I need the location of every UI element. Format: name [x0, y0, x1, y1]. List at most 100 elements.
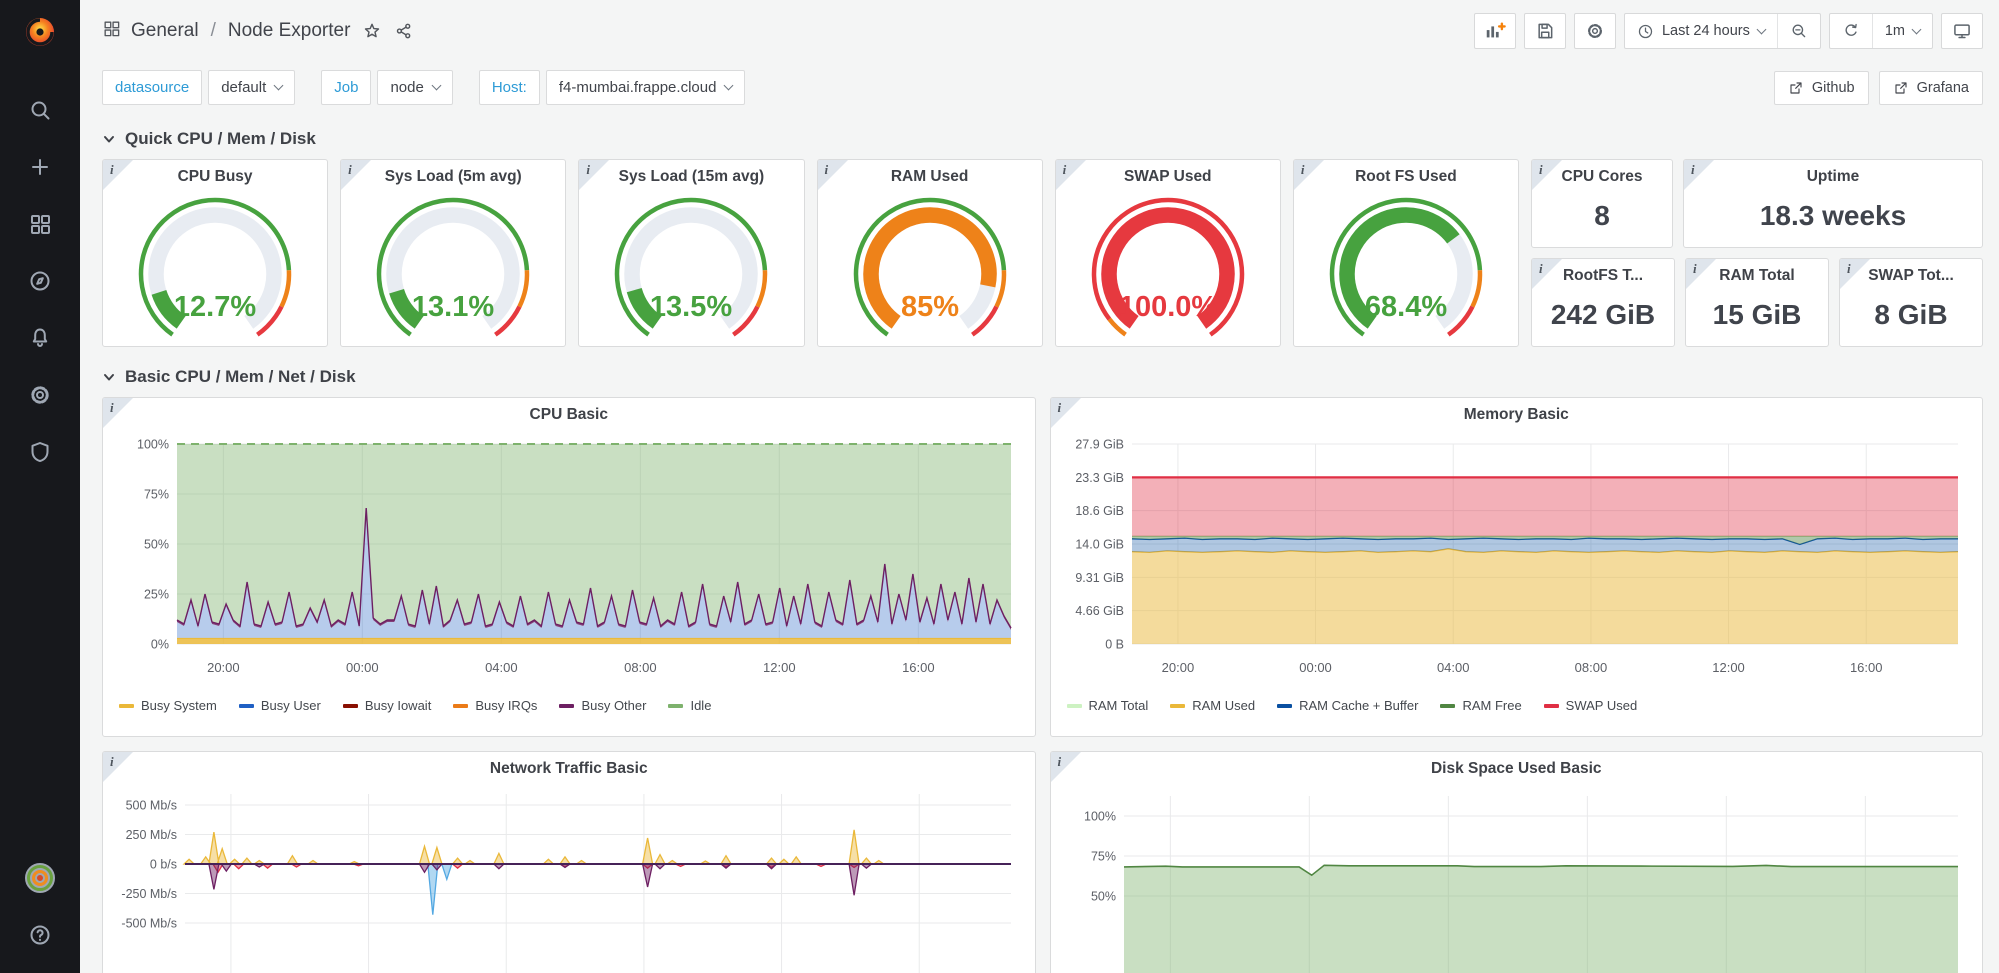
grafana-link[interactable]: Grafana — [1879, 71, 1983, 105]
info-icon[interactable]: i — [1058, 754, 1062, 770]
info-icon[interactable]: i — [1691, 162, 1695, 178]
dashboards-icon[interactable] — [0, 195, 80, 252]
svg-text:00:00: 00:00 — [1300, 660, 1333, 675]
panel-ram-used: i RAM Used 85% — [817, 159, 1043, 347]
dashboard-settings-button[interactable] — [1574, 13, 1616, 49]
panel-info-corner — [818, 160, 848, 190]
svg-text:20:00: 20:00 — [207, 660, 240, 675]
panel-title[interactable]: Disk Space Used Basic — [1051, 752, 1983, 786]
info-icon[interactable]: i — [348, 162, 352, 178]
svg-text:500 Mb/s: 500 Mb/s — [125, 799, 176, 813]
cpu-basic-chart[interactable]: 0%25%50%75%100%20:0000:0004:0008:0012:00… — [115, 434, 1023, 696]
panel-title[interactable]: Uptime — [1684, 160, 1982, 194]
legend-swatch — [668, 704, 683, 708]
svg-text:0%: 0% — [151, 638, 169, 652]
svg-text:18.6 GiB: 18.6 GiB — [1076, 504, 1125, 518]
panel-title[interactable]: CPU Busy — [103, 160, 327, 194]
clock-icon — [1637, 23, 1654, 40]
search-icon[interactable] — [0, 81, 80, 138]
create-plus-icon[interactable] — [0, 138, 80, 195]
legend-item[interactable]: RAM Total — [1067, 698, 1149, 713]
variable-datasource-select[interactable]: default — [208, 70, 295, 105]
breadcrumb-dashboard-title[interactable]: Node Exporter — [228, 20, 351, 42]
legend-item[interactable]: Busy System — [119, 698, 217, 713]
save-dashboard-button[interactable] — [1524, 13, 1566, 49]
grafana-logo[interactable] — [22, 14, 58, 55]
info-icon[interactable]: i — [1847, 261, 1851, 277]
star-icon[interactable] — [362, 21, 382, 41]
panel-title[interactable]: Root FS Used — [1294, 160, 1518, 194]
info-icon[interactable]: i — [586, 162, 590, 178]
alerting-bell-icon[interactable] — [0, 309, 80, 366]
legend-item[interactable]: Idle — [668, 698, 711, 713]
avatar[interactable] — [0, 849, 80, 906]
disk-space-chart[interactable]: 100%75%50% — [1062, 788, 1970, 973]
panel-title[interactable]: Sys Load (15m avg) — [579, 160, 803, 194]
panel-title[interactable]: Memory Basic — [1051, 398, 1983, 432]
section-quick-cpu-mem-disk[interactable]: Quick CPU / Mem / Disk — [102, 109, 1983, 159]
info-icon[interactable]: i — [825, 162, 829, 178]
legend-item[interactable]: Busy Iowait — [343, 698, 431, 713]
network-traffic-chart[interactable]: 500 Mb/s250 Mb/s0 b/s-250 Mb/s-500 Mb/s — [115, 788, 1023, 973]
legend-label: SWAP Used — [1566, 698, 1638, 713]
admin-shield-icon[interactable] — [0, 423, 80, 480]
explore-compass-icon[interactable] — [0, 252, 80, 309]
legend-swatch — [1170, 704, 1185, 708]
variable-job-label: Job — [321, 70, 371, 105]
legend-item[interactable]: RAM Free — [1440, 698, 1521, 713]
charts-row-2: i Network Traffic Basic 500 Mb/s250 Mb/s… — [102, 751, 1983, 973]
github-link[interactable]: Github — [1774, 71, 1869, 105]
info-icon[interactable]: i — [110, 400, 114, 416]
panel-title[interactable]: Network Traffic Basic — [103, 752, 1035, 786]
memory-basic-chart[interactable]: 0 B4.66 GiB9.31 GiB14.0 GiB18.6 GiB23.3 … — [1062, 434, 1970, 696]
variable-host-select[interactable]: f4-mumbai.frappe.cloud — [546, 70, 746, 105]
info-icon[interactable]: i — [110, 754, 114, 770]
time-range-picker[interactable]: Last 24 hours — [1625, 14, 1777, 48]
svg-text:100%: 100% — [1084, 810, 1116, 824]
legend-item[interactable]: Busy Other — [559, 698, 646, 713]
info-icon[interactable]: i — [110, 162, 114, 178]
section-basic-cpu-mem-net-disk[interactable]: Basic CPU / Mem / Net / Disk — [102, 347, 1983, 397]
panel-title[interactable]: Sys Load (5m avg) — [341, 160, 565, 194]
panel-title[interactable]: RAM Used — [818, 160, 1042, 194]
zoom-out-button[interactable] — [1777, 14, 1820, 48]
legend-item[interactable]: SWAP Used — [1544, 698, 1638, 713]
legend-item[interactable]: RAM Used — [1170, 698, 1255, 713]
svg-text:100.0%: 100.0% — [1119, 291, 1218, 323]
refresh-button[interactable] — [1830, 14, 1872, 48]
legend-label: Idle — [690, 698, 711, 713]
panel-cpu-basic: i CPU Basic 0%25%50%75%100%20:0000:0004:… — [102, 397, 1036, 737]
cycle-view-mode-button[interactable] — [1941, 13, 1983, 49]
panel-title[interactable]: SWAP Used — [1056, 160, 1280, 194]
dashboard-header: General / Node Exporter Last 24 hours — [80, 0, 1999, 62]
info-icon[interactable]: i — [1539, 162, 1543, 178]
legend-label: Busy IRQs — [475, 698, 537, 713]
info-icon[interactable]: i — [1301, 162, 1305, 178]
svg-text:75%: 75% — [144, 488, 169, 502]
configuration-gear-icon[interactable] — [0, 366, 80, 423]
add-panel-button[interactable] — [1474, 13, 1516, 49]
help-icon[interactable] — [0, 906, 80, 963]
chevron-down-icon — [102, 132, 116, 146]
legend-item[interactable]: Busy User — [239, 698, 321, 713]
legend-item[interactable]: Busy IRQs — [453, 698, 537, 713]
refresh-interval-picker[interactable]: 1m — [1872, 14, 1932, 48]
info-icon[interactable]: i — [1058, 400, 1062, 416]
share-icon[interactable] — [394, 21, 414, 41]
stat-value: 242 GiB — [1532, 293, 1674, 337]
variable-job-select[interactable]: node — [377, 70, 452, 105]
panel-title[interactable]: CPU Basic — [103, 398, 1035, 432]
gauge-ram-used: 85% — [818, 194, 1042, 342]
panel-network-traffic-basic: i Network Traffic Basic 500 Mb/s250 Mb/s… — [102, 751, 1036, 973]
info-icon[interactable]: i — [1063, 162, 1067, 178]
legend-item[interactable]: RAM Cache + Buffer — [1277, 698, 1418, 713]
panel-ram-total: i RAM Total 15 GiB — [1685, 258, 1829, 347]
breadcrumb-folder[interactable]: General — [131, 20, 199, 42]
svg-text:12.7%: 12.7% — [174, 291, 256, 323]
panel-sys-load-5m: i Sys Load (5m avg) 13.1% — [340, 159, 566, 347]
legend-label: RAM Cache + Buffer — [1299, 698, 1418, 713]
info-icon[interactable]: i — [1693, 261, 1697, 277]
svg-text:14.0 GiB: 14.0 GiB — [1076, 538, 1125, 552]
info-icon[interactable]: i — [1539, 261, 1543, 277]
svg-text:13.1%: 13.1% — [412, 291, 494, 323]
